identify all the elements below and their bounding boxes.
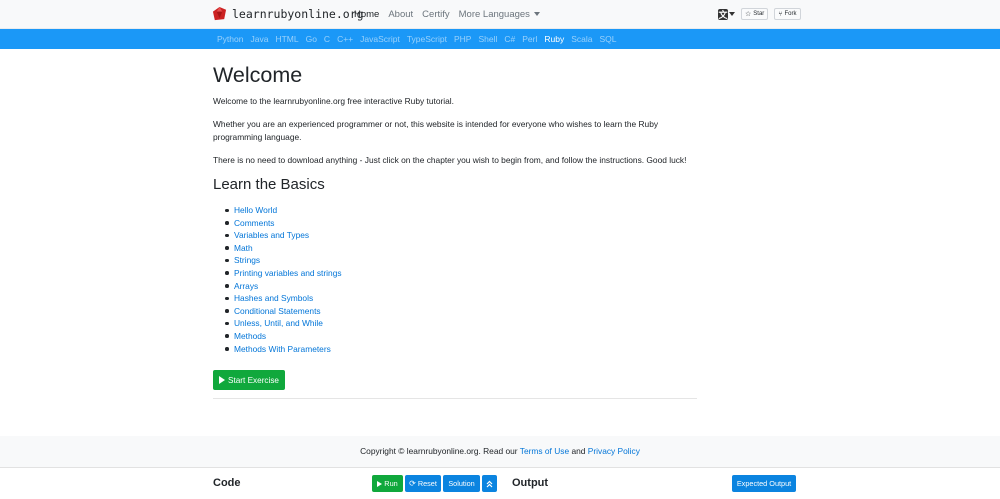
chapter-link[interactable]: Methods With Parameters	[234, 344, 331, 354]
chevron-down-icon	[533, 12, 540, 17]
chapter-link[interactable]: Arrays	[234, 281, 258, 291]
chapter-list: Hello World Comments Variables and Types…	[223, 204, 342, 355]
chapter-link[interactable]: Comments	[234, 218, 275, 228]
list-item: Methods	[223, 330, 342, 343]
list-item: Math	[223, 242, 342, 255]
terms-link[interactable]: Terms of Use	[520, 446, 569, 456]
play-icon	[377, 480, 383, 487]
output-label: Output	[512, 477, 549, 489]
list-item: Conditional Statements	[223, 305, 342, 318]
nav-more-languages[interactable]: More Languages	[459, 9, 540, 20]
lang-sql[interactable]: SQL	[599, 34, 616, 44]
list-item: Strings	[223, 254, 342, 267]
main-content: Welcome Welcome to the learnrubyonline.o…	[213, 58, 697, 399]
intro-paragraph: Welcome to the learnrubyonline.org free …	[213, 96, 454, 106]
top-navbar: learnrubyonline.org Home About Certify M…	[0, 0, 1000, 29]
list-item: Hashes and Symbols	[223, 292, 342, 305]
lang-typescript[interactable]: TypeScript	[407, 34, 447, 44]
expected-output-button[interactable]: Expected Output	[732, 475, 796, 492]
solution-label: Solution	[448, 479, 475, 488]
github-fork-button[interactable]: ⑂ Fork	[774, 8, 801, 20]
code-toolbar: Code Run ⟳ Reset Solution Output Expecte…	[0, 467, 1000, 499]
lang-html[interactable]: HTML	[275, 34, 298, 44]
chapter-link[interactable]: Hello World	[234, 205, 277, 215]
lang-php[interactable]: PHP	[454, 34, 471, 44]
collapse-button[interactable]	[482, 475, 497, 492]
copyright-text: Copyright © learnrubyonline.org. Read ou…	[360, 446, 518, 456]
privacy-link[interactable]: Privacy Policy	[588, 446, 640, 456]
audience-paragraph: Whether you are an experienced programme…	[213, 119, 659, 142]
solution-button[interactable]: Solution	[443, 475, 480, 492]
refresh-icon: ⟳	[409, 478, 416, 488]
chapter-link[interactable]: Hashes and Symbols	[234, 293, 313, 303]
chevron-down-icon	[729, 12, 735, 16]
lang-shell[interactable]: Shell	[478, 34, 497, 44]
lang-go[interactable]: Go	[306, 34, 317, 44]
language-selector[interactable]: 文	[718, 8, 735, 20]
play-icon	[219, 376, 226, 384]
language-links: Python Java HTML Go C C++ JavaScript Typ…	[217, 34, 617, 44]
page-title: Welcome	[213, 63, 303, 87]
lang-java[interactable]: Java	[250, 34, 268, 44]
github-fork-label: Fork	[784, 11, 797, 17]
start-exercise-label: Start Exercise	[228, 375, 279, 385]
language-icon: 文	[718, 8, 728, 20]
fork-icon: ⑂	[778, 10, 783, 18]
navbar-tools: 文 ☆ Star ⑂ Fork	[718, 8, 801, 20]
lang-javascript[interactable]: JavaScript	[360, 34, 400, 44]
chapter-link[interactable]: Methods	[234, 331, 266, 341]
chapter-link[interactable]: Variables and Types	[234, 230, 309, 240]
nav-more-languages-label: More Languages	[458, 9, 530, 20]
lang-cpp[interactable]: C++	[337, 34, 353, 44]
nav-certify[interactable]: Certify	[422, 9, 449, 20]
brand-name: learnrubyonline.org	[232, 6, 364, 21]
run-label: Run	[384, 479, 398, 488]
section-title: Learn the Basics	[213, 176, 325, 193]
language-bar: Python Java HTML Go C C++ JavaScript Typ…	[0, 29, 1000, 49]
footer: Copyright © learnrubyonline.org. Read ou…	[0, 436, 1000, 467]
list-item: Variables and Types	[223, 229, 342, 242]
star-icon: ☆	[745, 10, 752, 18]
lang-csharp[interactable]: C#	[504, 34, 515, 44]
chapter-link[interactable]: Math	[234, 243, 253, 253]
content-divider	[213, 398, 697, 399]
list-item: Hello World	[223, 204, 342, 217]
list-item: Comments	[223, 217, 342, 230]
list-item: Methods With Parameters	[223, 343, 342, 356]
start-exercise-button[interactable]: Start Exercise	[213, 370, 285, 390]
chapter-link[interactable]: Strings	[234, 255, 260, 265]
lang-perl[interactable]: Perl	[522, 34, 537, 44]
github-star-label: Star	[753, 11, 765, 17]
reset-button[interactable]: ⟳ Reset	[405, 475, 441, 492]
lang-c[interactable]: C	[324, 34, 330, 44]
ruby-logo-icon	[212, 6, 227, 21]
github-star-button[interactable]: ☆ Star	[741, 8, 769, 20]
chapter-link[interactable]: Unless, Until, and While	[234, 318, 323, 328]
brand[interactable]: learnrubyonline.org	[212, 6, 364, 21]
footer-and: and	[571, 446, 586, 456]
chapter-link[interactable]: Printing variables and strings	[234, 268, 342, 278]
chevron-up-double-icon	[486, 480, 493, 487]
nav-home[interactable]: Home	[354, 9, 379, 20]
list-item: Printing variables and strings	[223, 267, 342, 280]
lang-python[interactable]: Python	[217, 34, 243, 44]
instructions-paragraph: There is no need to download anything - …	[213, 155, 687, 165]
list-item: Unless, Until, and While	[223, 317, 342, 330]
lang-scala[interactable]: Scala	[571, 34, 592, 44]
chapter-link[interactable]: Conditional Statements	[234, 306, 321, 316]
nav-about[interactable]: About	[388, 9, 413, 20]
main-nav: Home About Certify More Languages	[354, 9, 540, 20]
run-button[interactable]: Run	[372, 475, 403, 492]
lang-ruby[interactable]: Ruby	[544, 34, 564, 44]
code-label: Code	[213, 477, 241, 489]
list-item: Arrays	[223, 280, 342, 293]
expected-output-label: Expected Output	[736, 479, 792, 488]
reset-label: Reset	[417, 479, 437, 488]
